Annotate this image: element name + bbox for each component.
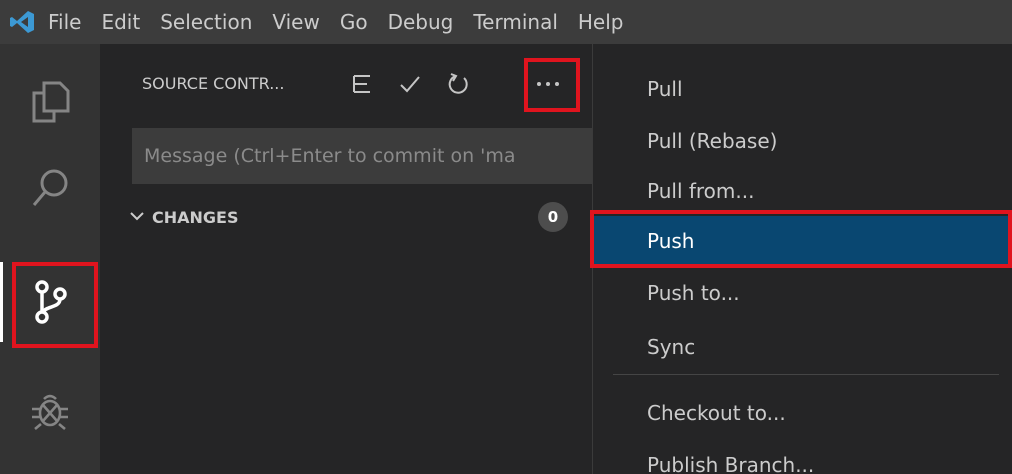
panel-title: SOURCE CONTR...	[142, 74, 285, 93]
changes-label: CHANGES	[152, 207, 239, 227]
menu-go[interactable]: Go	[330, 0, 378, 44]
menu-item-publish-branch[interactable]: Publish Branch...	[593, 440, 1012, 474]
source-control-panel: SOURCE CONTR... Message (Ctrl+Enter to c…	[100, 44, 592, 474]
commit-message-input[interactable]: Message (Ctrl+Enter to commit on 'ma	[132, 128, 592, 184]
menu-selection[interactable]: Selection	[150, 0, 262, 44]
menu-item-pull-rebase[interactable]: Pull (Rebase)	[593, 116, 1012, 166]
menu-item-push[interactable]: Push	[593, 216, 1012, 266]
search-icon[interactable]	[0, 148, 100, 228]
panel-header: SOURCE CONTR...	[100, 44, 592, 120]
changes-section-header[interactable]: CHANGES 0	[130, 202, 590, 232]
menu-item-sync[interactable]: Sync	[593, 322, 1012, 372]
menu-bar: File Edit Selection View Go Debug Termin…	[0, 0, 1012, 44]
menu-item-push-to[interactable]: Push to...	[593, 268, 1012, 318]
menu-view[interactable]: View	[262, 0, 329, 44]
menu-item-checkout-to[interactable]: Checkout to...	[593, 388, 1012, 438]
menu-terminal[interactable]: Terminal	[463, 0, 568, 44]
commit-check-icon[interactable]	[388, 64, 432, 104]
menu-item-pull[interactable]: Pull	[593, 64, 1012, 114]
vscode-window: File Edit Selection View Go Debug Termin…	[0, 0, 1012, 474]
explorer-icon[interactable]	[0, 62, 100, 142]
menu-item-pull-from[interactable]: Pull from...	[593, 166, 1012, 216]
source-control-icon[interactable]	[0, 262, 100, 342]
view-as-tree-icon[interactable]	[340, 64, 384, 104]
menu-edit[interactable]: Edit	[91, 0, 150, 44]
refresh-icon[interactable]	[436, 64, 480, 104]
activity-bar	[0, 44, 100, 474]
more-actions-icon[interactable]	[526, 64, 570, 104]
chevron-down-icon	[130, 209, 144, 225]
more-actions-menu: Pull Pull (Rebase) Pull from... Push Pus…	[592, 44, 1012, 474]
menu-file[interactable]: File	[44, 0, 91, 44]
debug-icon[interactable]	[0, 370, 100, 450]
vscode-logo-icon	[0, 0, 44, 44]
menu-help[interactable]: Help	[568, 0, 634, 44]
menu-separator	[613, 374, 999, 375]
changes-count-badge: 0	[538, 202, 568, 232]
menu-debug[interactable]: Debug	[378, 0, 464, 44]
